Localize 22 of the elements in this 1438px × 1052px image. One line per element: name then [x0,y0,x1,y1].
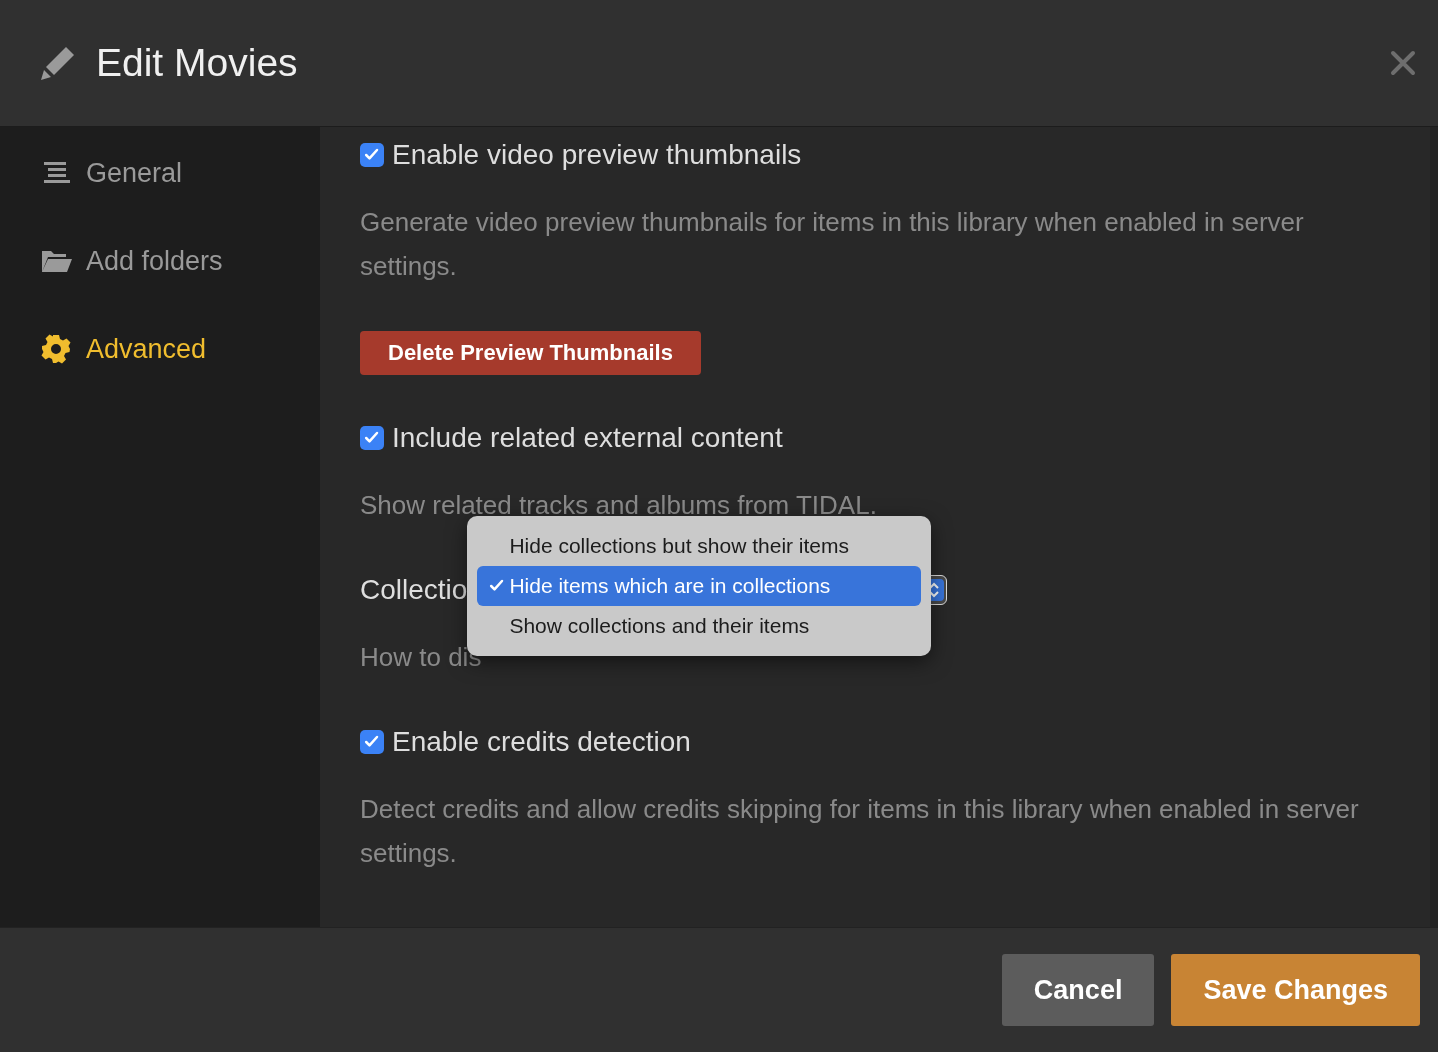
sidebar-item[interactable]: Add folders [0,217,320,305]
cancel-button[interactable]: Cancel [1001,954,1155,1026]
checkbox[interactable] [360,426,384,450]
menu-option[interactable]: Show collections and their items [477,606,922,646]
setting-description: Detect credits and allow credits skipping for items in this library when enabled in server settings. [360,793,1360,870]
checkbox[interactable] [360,143,384,167]
menu-option[interactable]: Hide collections but show their items [477,526,922,566]
delete-button[interactable]: Delete Preview Thumbnails [360,331,701,375]
checkbox[interactable] [360,730,384,754]
setting-label: Collectio [360,574,468,606]
setting-description: Generate video preview thumbnails for items in this library when enabled in server settings. [360,206,1305,283]
pencil-icon [40,45,76,81]
menu-option[interactable]: Hide items which are in collections [477,566,922,606]
dialog-title: Edit Movies [96,41,299,85]
setting-description: Show related tracks and albums from TIDAL. [360,489,878,522]
checkbox-label: Include related external content [392,422,783,454]
sidebar-item[interactable]: General [0,129,320,217]
checkbox-label: Enable credits detection [392,726,691,758]
gear-icon [40,333,72,365]
close-icon[interactable] [1390,50,1416,76]
checkbox-label: Enable video preview thumbnails [392,139,802,171]
sidebar-item[interactable]: Advanced [0,305,320,393]
